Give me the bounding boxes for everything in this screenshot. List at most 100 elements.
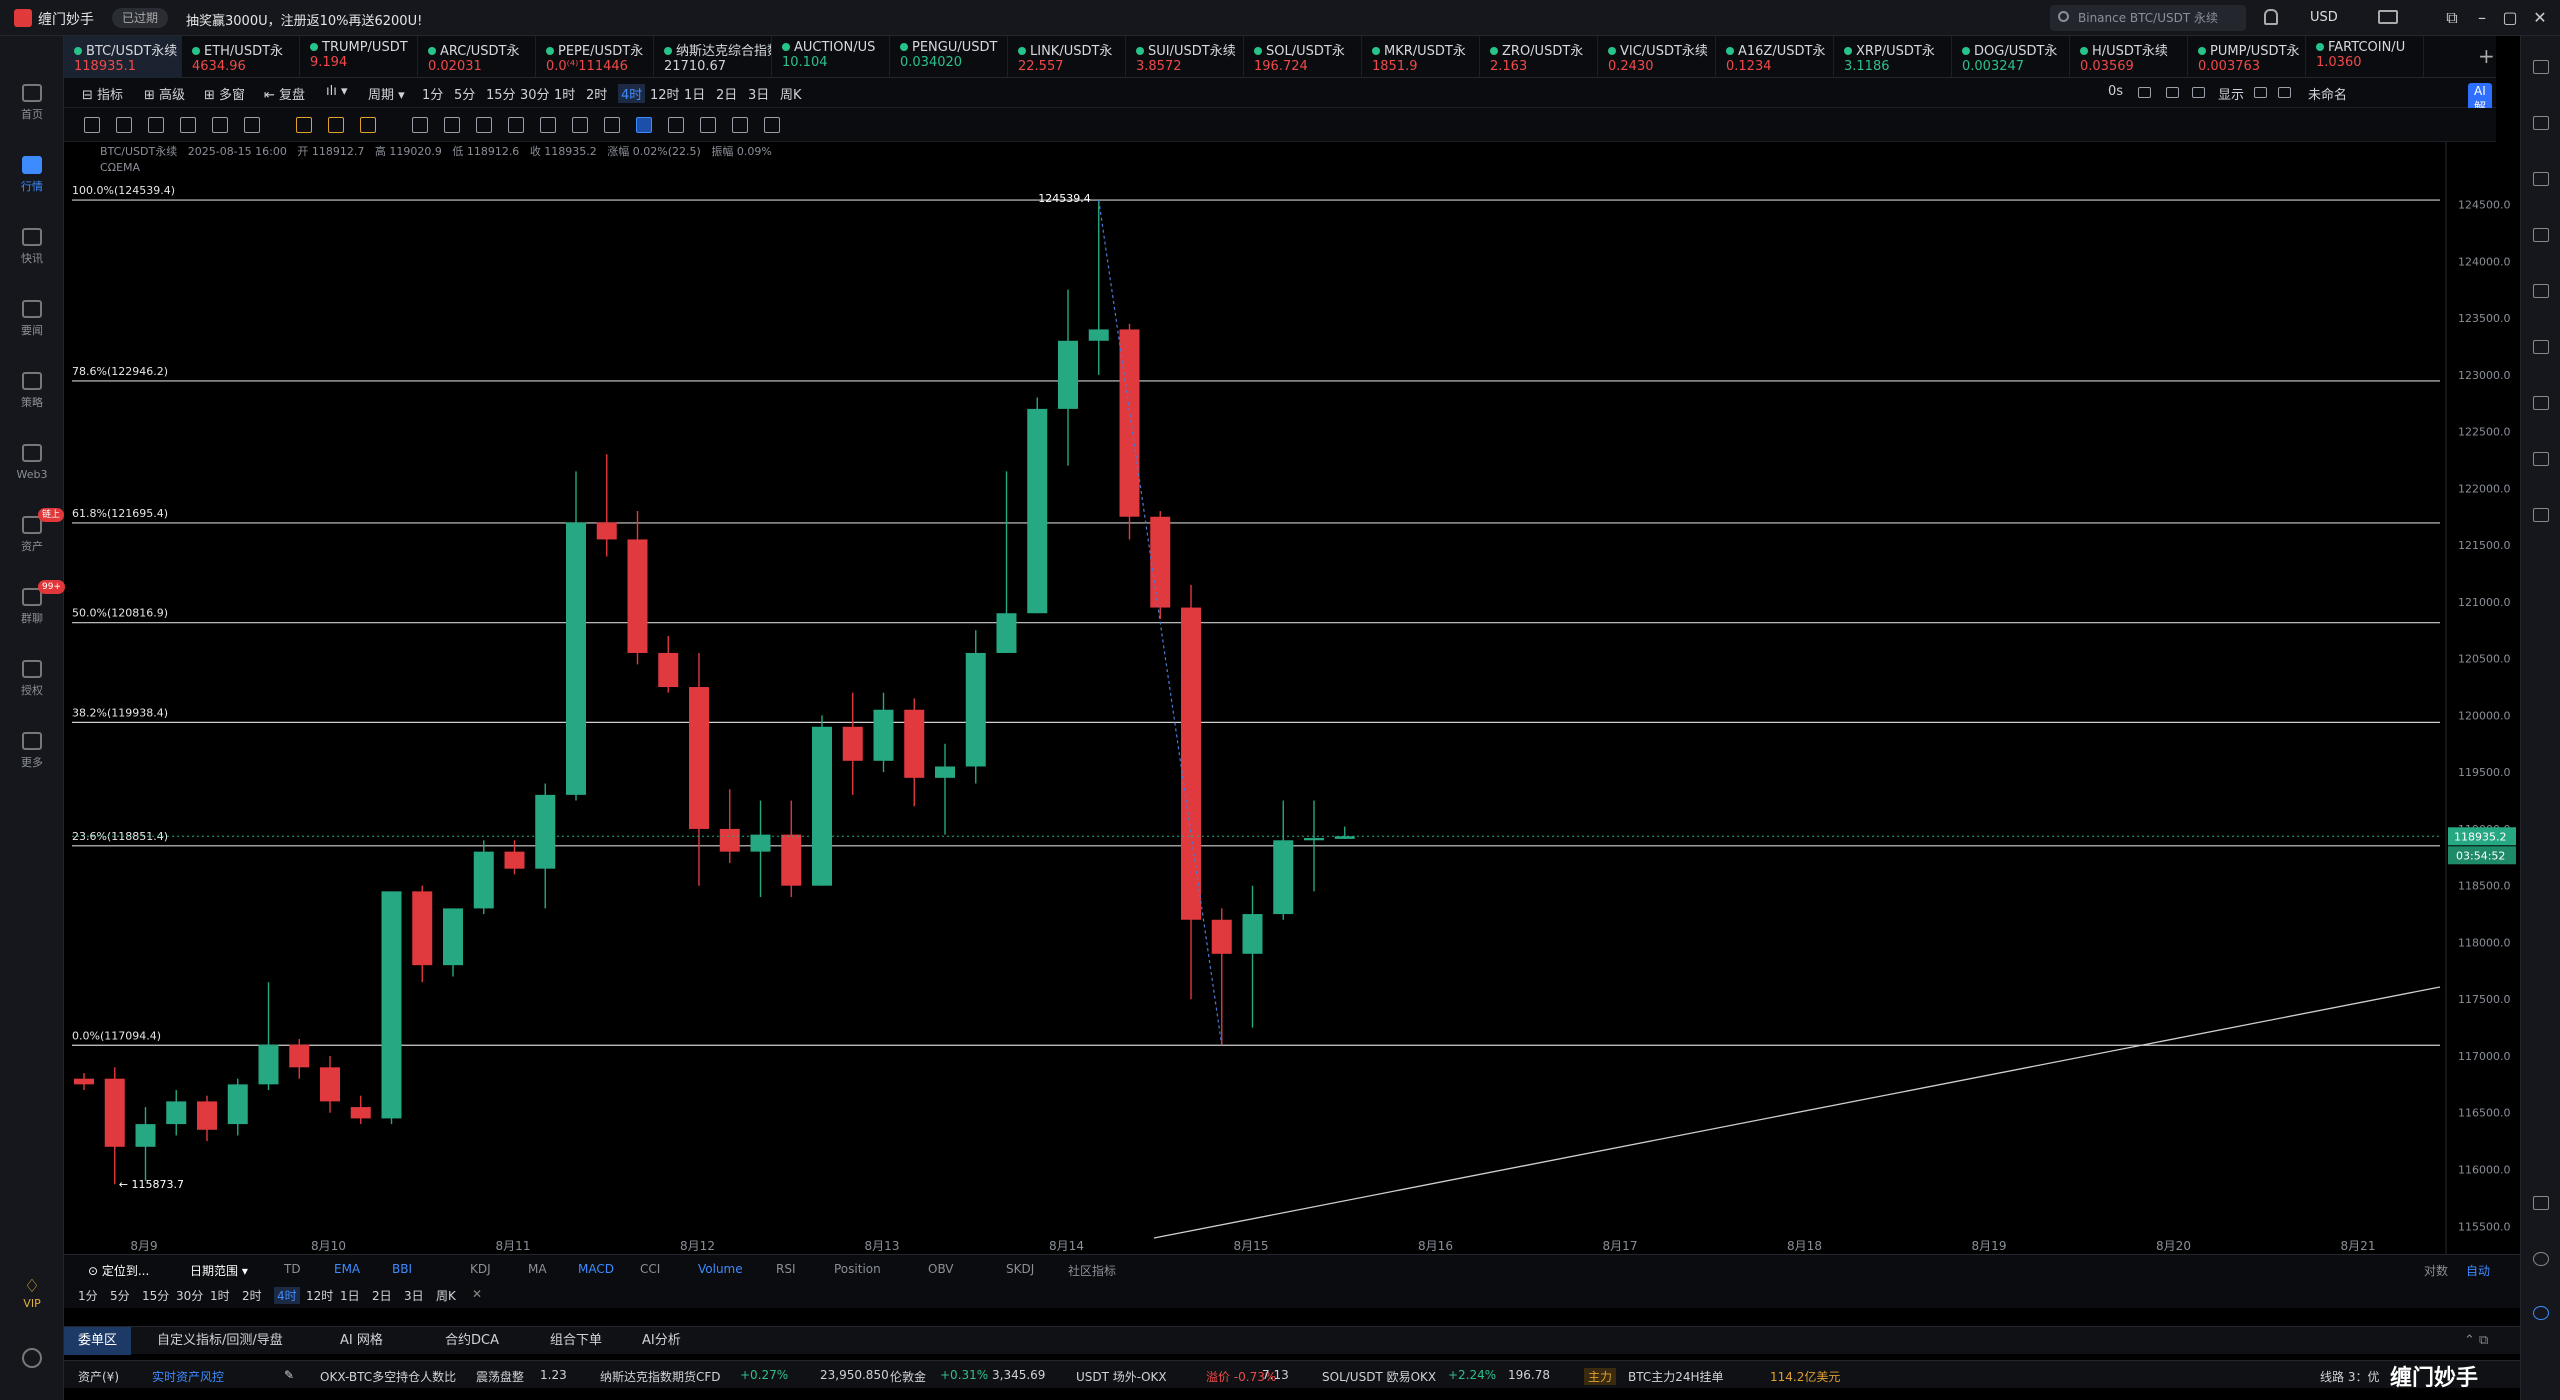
gear-icon[interactable] (2254, 87, 2267, 98)
camera-icon[interactable] (2138, 87, 2151, 98)
timeframe-11[interactable]: 周K (780, 84, 802, 103)
ticker-16[interactable]: DOG/USDT永 0.003247 (1952, 36, 2070, 78)
bottom-tf-0[interactable]: 1分 (78, 1287, 98, 1304)
layout-name-button[interactable]: 未命名 (2308, 84, 2347, 103)
nav-item-2[interactable]: 快讯 (0, 216, 64, 280)
status-item-name[interactable]: 伦敦金 (890, 1368, 926, 1385)
price-chart[interactable]: 115500.0 116000.0 116500.0 117000.0 117500.0… (64, 142, 2560, 1254)
settings-icon[interactable] (22, 1348, 42, 1368)
candle-body[interactable] (504, 851, 525, 869)
ticker-5[interactable]: 纳斯达克综合指数 21710.67 (654, 36, 772, 78)
price-range-icon[interactable] (244, 117, 260, 133)
candle-body[interactable] (658, 652, 679, 688)
brush-icon[interactable] (508, 117, 524, 133)
candle-body[interactable] (1027, 408, 1048, 614)
locate-button[interactable]: ⊙ 定位到... (88, 1262, 149, 1279)
ticker-19[interactable]: FARTCOIN/U 1.0360 (2306, 36, 2424, 78)
indicators-button[interactable]: ⊟ 指标 (82, 84, 123, 103)
ticker-9[interactable]: SUI/USDT永续 3.8572 (1126, 36, 1244, 78)
candle-body[interactable] (289, 1044, 310, 1068)
pencil-icon[interactable] (2166, 87, 2179, 98)
candle-body[interactable] (719, 828, 740, 852)
risk-control-link[interactable]: 实时资产风控 (152, 1368, 224, 1385)
ray-icon[interactable] (180, 117, 196, 133)
ticker-17[interactable]: H/USDT永续 0.03569 (2070, 36, 2188, 78)
indicator-kdj[interactable]: KDJ (470, 1262, 491, 1276)
bottom-tf-6[interactable]: 4时 (274, 1287, 300, 1304)
alert-icon[interactable] (2533, 396, 2549, 410)
bottom-tab-3[interactable]: 合约DCA (431, 1327, 513, 1355)
ticker-8[interactable]: LINK/USDT永 22.557 (1008, 36, 1126, 78)
candle-body[interactable] (1304, 838, 1324, 841)
bottom-tab-1[interactable]: 自定义指标/回测/导盘 (143, 1327, 297, 1355)
nav-item-1[interactable]: 行情 (0, 144, 64, 208)
nav-item-9[interactable]: 更多 (0, 720, 64, 784)
bottom-tab-5[interactable]: AI分析 (628, 1327, 695, 1355)
timeframe-1[interactable]: 5分 (454, 84, 475, 103)
candle-body[interactable] (135, 1124, 156, 1147)
candle-body[interactable] (904, 709, 925, 778)
symbol-search-input[interactable]: Binance BTC/USDT 永续 (2050, 5, 2246, 31)
date-range-select[interactable]: 日期范围 ▾ (190, 1262, 248, 1279)
chip-icon[interactable] (360, 117, 376, 133)
ticker-3[interactable]: ARC/USDT永 0.02031 (418, 36, 536, 78)
edit-icon[interactable]: ✎ (284, 1368, 294, 1382)
timeframe-2[interactable]: 15分 (486, 84, 516, 103)
candle-body[interactable] (535, 794, 556, 869)
indicator-skdj[interactable]: SKDJ (1006, 1262, 1034, 1276)
account-status-badge[interactable]: 已过期 (112, 8, 169, 28)
candle-body[interactable] (873, 709, 894, 761)
lock-icon[interactable] (444, 117, 460, 133)
magnet-icon[interactable] (636, 117, 652, 133)
bottom-tf-8[interactable]: 1日 (340, 1287, 360, 1304)
indicator-rsi[interactable]: RSI (776, 1262, 796, 1276)
nav-item-0[interactable]: 首页 (0, 72, 64, 136)
timeframe-10[interactable]: 3日 (748, 84, 769, 103)
candle-body[interactable] (166, 1101, 187, 1125)
indicator-bbi[interactable]: BBI (392, 1262, 412, 1276)
candle-body[interactable] (443, 908, 463, 966)
candle-body[interactable] (750, 834, 771, 852)
status-item-name[interactable]: 纳斯达克指数期货CFD (600, 1368, 721, 1385)
measure-icon[interactable] (572, 117, 588, 133)
auto-scale-toggle[interactable]: 自动 (2466, 1262, 2490, 1279)
bottom-tf-9[interactable]: 2日 (372, 1287, 392, 1304)
candle-body[interactable] (1242, 914, 1263, 954)
bottom-tab-0[interactable]: 委单区 (64, 1327, 132, 1355)
connection-line-status[interactable]: 线路 3：优 (2320, 1368, 2379, 1385)
ticker-18[interactable]: PUMP/USDT永 0.003763 (2188, 36, 2306, 78)
ticker-7[interactable]: PENGU/USDT 0.034020 (890, 36, 1008, 78)
candle-body[interactable] (320, 1067, 340, 1102)
undo-icon[interactable] (732, 117, 748, 133)
candle-body[interactable] (412, 891, 433, 966)
period-select[interactable]: 周期 ▾ (368, 84, 405, 103)
nav-item-5[interactable]: Web3 (0, 432, 64, 496)
candle-body[interactable] (842, 726, 863, 761)
indicator-position[interactable]: Position (834, 1262, 881, 1276)
candle-body[interactable] (566, 522, 586, 795)
candle-body[interactable] (812, 726, 832, 886)
close-icon[interactable]: ✕ (472, 1287, 482, 1301)
bottom-tab-2[interactable]: AI 网格 (326, 1327, 397, 1355)
chart-type-button[interactable]: ılı ▾ (326, 84, 348, 99)
candle-body[interactable] (1119, 329, 1140, 517)
grid-bot-icon[interactable] (2533, 284, 2549, 298)
advanced-button[interactable]: ⊞ 高级 (144, 84, 185, 103)
panel-controls[interactable]: ⌃ ⧉ (2464, 1333, 2488, 1348)
pattern-icon[interactable] (540, 117, 556, 133)
ticker-1[interactable]: ETH/USDT永 4634.96 (182, 36, 300, 78)
refresh-timer[interactable]: 0s (2108, 84, 2123, 99)
main-force-text[interactable]: BTC主力24H挂单 (1628, 1368, 1724, 1385)
ruler-icon[interactable] (476, 117, 492, 133)
nav-item-4[interactable]: 策略 (0, 360, 64, 424)
candle-body[interactable] (1211, 919, 1232, 954)
ticker-10[interactable]: SOL/USDT永 196.724 (1244, 36, 1362, 78)
ticker-12[interactable]: ZRO/USDT永 2.163 (1480, 36, 1598, 78)
text-icon[interactable] (116, 117, 132, 133)
mail-icon[interactable] (2378, 10, 2398, 24)
vip-button[interactable]: ♢ VIP (0, 1276, 64, 1310)
candle-body[interactable] (104, 1078, 125, 1147)
indicator-obv[interactable]: OBV (928, 1262, 954, 1276)
main-icon[interactable] (296, 117, 312, 133)
headset-icon[interactable] (2533, 1252, 2549, 1266)
